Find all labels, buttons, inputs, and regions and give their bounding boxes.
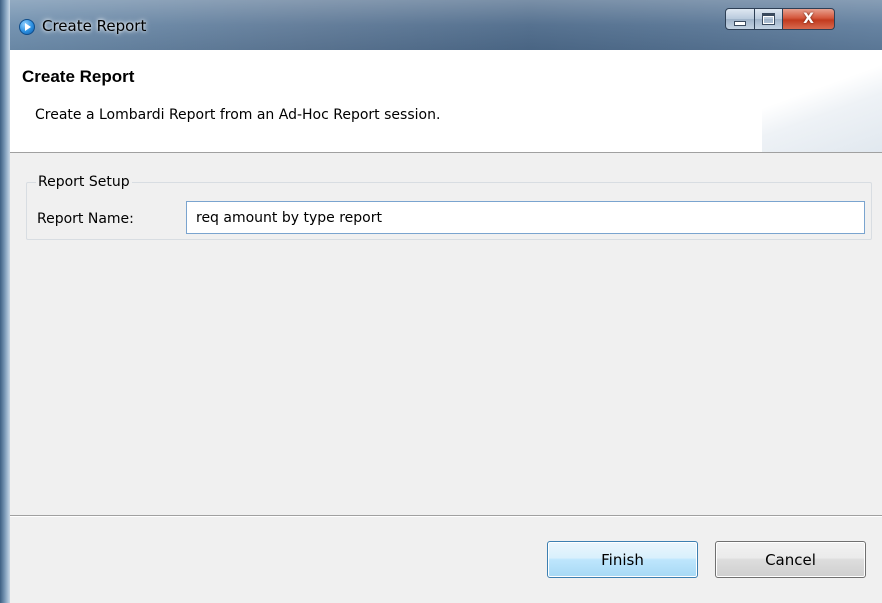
report-setup-group-label: Report Setup: [36, 174, 132, 190]
close-icon: X: [803, 11, 814, 27]
minimize-icon: [734, 20, 746, 26]
play-circle-icon: [19, 19, 35, 35]
maximize-icon: [762, 13, 775, 25]
create-report-dialog: Create Report X Create Report Create a L…: [0, 0, 882, 603]
wizard-footer: Finish Cancel: [10, 517, 882, 603]
header-banner-graphic: [762, 50, 882, 152]
title-bar[interactable]: Create Report X: [0, 0, 882, 50]
report-name-input[interactable]: [186, 201, 865, 234]
window-left-border: [0, 0, 10, 603]
window-title: Create Report: [42, 17, 147, 35]
finish-button[interactable]: Finish: [547, 541, 698, 578]
close-button[interactable]: X: [783, 8, 835, 30]
report-name-label: Report Name:: [37, 211, 134, 227]
page-description: Create a Lombardi Report from an Ad-Hoc …: [35, 107, 441, 123]
wizard-content: Report Setup Report Name:: [10, 153, 882, 515]
page-title: Create Report: [22, 67, 135, 86]
cancel-button[interactable]: Cancel: [715, 541, 866, 578]
window-controls: X: [725, 8, 835, 30]
maximize-button[interactable]: [755, 8, 783, 30]
wizard-header: Create Report Create a Lombardi Report f…: [10, 50, 882, 153]
minimize-button[interactable]: [725, 8, 755, 30]
